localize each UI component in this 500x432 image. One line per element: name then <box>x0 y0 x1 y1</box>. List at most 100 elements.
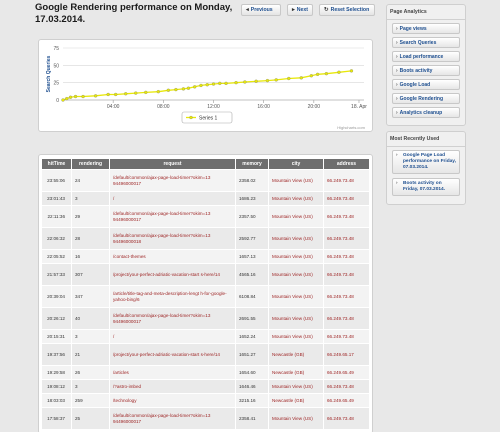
cell-request[interactable]: /default/common/ajax-page-load-timer?oki… <box>109 407 236 430</box>
cell-address[interactable]: 66.249.73.48 <box>323 307 370 330</box>
data-point[interactable] <box>144 90 148 95</box>
data-point[interactable] <box>199 83 203 88</box>
recent-item[interactable]: › Boots activity on Friday, 07.03.2014. <box>392 178 460 196</box>
data-point[interactable] <box>299 76 303 80</box>
recent-item[interactable]: › Google Page Load performance on Friday,… <box>392 150 460 174</box>
data-point[interactable] <box>243 80 247 84</box>
cell-request[interactable]: /articles <box>109 365 236 380</box>
data-point[interactable] <box>65 96 69 101</box>
table-row[interactable]: 20:39:04 347/article/title-tag-and-meta-d… <box>41 285 370 308</box>
table-row[interactable]: 20:15:31 3/1652.24 Mountain View (US) 66.24… <box>41 329 370 344</box>
sidebar-item-analytics-cleanup[interactable]: › Analytics cleanup <box>392 107 460 118</box>
cell-city[interactable]: Mountain View (US) <box>268 169 324 192</box>
cell-request[interactable]: / <box>109 329 236 344</box>
data-point[interactable] <box>61 98 65 102</box>
cell-request[interactable]: /?astro-imbed <box>109 379 236 394</box>
sidebar-item-google-rendering[interactable]: › Google Rendering <box>392 93 460 104</box>
data-point[interactable] <box>166 88 171 92</box>
cell-request[interactable]: /project/your-perfect-adriatic-vacation-… <box>109 343 236 366</box>
table-row[interactable]: 19:37:56 21/project/your-perfect-adriatic… <box>41 343 370 366</box>
cell-city[interactable]: Mountain View (US) <box>268 263 324 286</box>
column-header-hittime[interactable]: hitTime <box>41 158 72 170</box>
sidebar-item-load-performance[interactable]: › Load performance <box>392 51 460 62</box>
table-row[interactable]: 19:29:58 26/articles 1654.60 Newcastle (GB)… <box>41 365 370 380</box>
cell-city[interactable]: Mountain View (US) <box>268 249 324 264</box>
data-point[interactable] <box>309 74 313 78</box>
previous-button[interactable]: ◂ Previous <box>241 4 281 16</box>
cell-request[interactable]: /default/common/ajax-page-load-timer?oki… <box>109 205 236 228</box>
column-header-request[interactable]: request <box>109 158 236 170</box>
cell-city[interactable]: Mountain View (US) <box>268 379 324 394</box>
data-point[interactable] <box>254 79 258 83</box>
cell-address[interactable]: 66.249.73.48 <box>323 249 370 264</box>
data-point[interactable] <box>315 72 320 76</box>
data-point[interactable] <box>181 87 186 91</box>
cell-city[interactable]: Mountain View (US) <box>268 329 324 344</box>
cell-request[interactable]: /project/your-perfect-adriatic-vacation-… <box>109 263 236 286</box>
data-point[interactable] <box>224 81 228 86</box>
sidebar-item-google-load[interactable]: › Google Load <box>392 79 460 90</box>
cell-address[interactable]: 66.249.65.49 <box>323 393 370 408</box>
cell-address[interactable]: 66.249.73.48 <box>323 263 370 286</box>
column-header-address[interactable]: address <box>323 158 370 170</box>
column-header-rendering[interactable]: rendering <box>71 158 110 170</box>
next-button[interactable]: ▸ Next <box>287 4 313 16</box>
data-point[interactable] <box>114 92 118 97</box>
cell-request[interactable]: /default/common/ajax-page-load-timer?oki… <box>109 307 236 330</box>
cell-address[interactable]: 66.249.73.48 <box>323 169 370 192</box>
cell-address[interactable]: 66.249.73.48 <box>323 205 370 228</box>
data-point[interactable] <box>349 69 354 73</box>
cell-address[interactable]: 66.249.73.48 <box>323 191 370 206</box>
cell-city[interactable]: Mountain View (US) <box>268 205 324 228</box>
column-header-city[interactable]: city <box>268 158 324 170</box>
cell-request[interactable]: /contact-themes <box>109 249 236 264</box>
sidebar-item-page-views[interactable]: › Page views <box>392 23 460 34</box>
cell-city[interactable]: Newcastle (GB) <box>268 365 324 380</box>
data-point[interactable] <box>106 92 110 97</box>
table-row[interactable]: 17:58:37 25/default/common/ajax-page-load… <box>41 407 370 430</box>
data-point[interactable] <box>73 94 78 99</box>
cell-address[interactable]: 66.249.73.48 <box>323 407 370 430</box>
data-point[interactable] <box>134 91 138 95</box>
data-point[interactable] <box>93 94 98 98</box>
data-point[interactable] <box>205 83 209 87</box>
data-point[interactable] <box>211 82 216 86</box>
cell-city[interactable]: Mountain View (US) <box>268 407 324 430</box>
table-row[interactable]: 18:03:03 259/technology 3215.16 Newcastle (… <box>41 393 370 408</box>
table-row[interactable]: 23:01:43 3/1686.23 Mountain View (US) 66.24… <box>41 191 370 206</box>
data-point[interactable] <box>186 86 191 90</box>
column-header-memory[interactable]: memory <box>235 158 269 170</box>
data-point[interactable] <box>174 87 178 92</box>
data-point[interactable] <box>274 78 278 82</box>
cell-request[interactable]: /technology <box>109 393 236 408</box>
data-point[interactable] <box>81 94 85 99</box>
data-point[interactable] <box>218 81 222 86</box>
reset-selection-button[interactable]: ↻ Reset Selection <box>319 4 375 16</box>
data-point[interactable] <box>234 81 238 85</box>
sidebar-item-search-queries[interactable]: › Search Queries <box>392 37 460 48</box>
cell-address[interactable]: 66.249.73.48 <box>323 379 370 394</box>
search-queries-chart[interactable]: 75 50 25 0 Search Queries 04:00 08:00 12:00 16:0… <box>39 40 374 133</box>
data-point[interactable] <box>337 70 341 74</box>
cell-city[interactable]: Mountain View (US) <box>268 285 324 308</box>
data-point[interactable] <box>265 78 270 83</box>
data-point[interactable] <box>124 92 128 96</box>
cell-city[interactable]: Mountain View (US) <box>268 307 324 330</box>
table-row[interactable]: 23:55:06 24/default/common/ajax-page-load… <box>41 169 370 192</box>
cell-address[interactable]: 66.249.73.48 <box>323 285 370 308</box>
sidebar-item-boots-activity[interactable]: › Boots activity <box>392 65 460 76</box>
table-row[interactable]: 22:11:36 29/default/common/ajax-page-load… <box>41 205 370 228</box>
cell-request[interactable]: / <box>109 191 236 206</box>
cell-address[interactable]: 66.249.65.17 <box>323 343 370 366</box>
data-point[interactable] <box>156 90 160 94</box>
cell-city[interactable]: Newcastle (GB) <box>268 343 324 366</box>
data-point[interactable] <box>324 72 329 76</box>
table-row[interactable]: 22:06:32 28/default/common/ajax-page-load… <box>41 227 370 250</box>
cell-address[interactable]: 66.249.65.49 <box>323 365 370 380</box>
cell-city[interactable]: Newcastle (GB) <box>268 393 324 408</box>
table-row[interactable]: 20:26:12 40/default/common/ajax-page-load… <box>41 307 370 330</box>
table-row[interactable]: 19:08:12 3/?astro-imbed 1646.46 Mountain Vi… <box>41 379 370 394</box>
data-point[interactable] <box>68 95 73 99</box>
cell-request[interactable]: /default/common/ajax-page-load-timer?oki… <box>109 169 236 192</box>
table-row[interactable]: 22:05:52 16/contact-themes 1657.13 Mountain… <box>41 249 370 264</box>
